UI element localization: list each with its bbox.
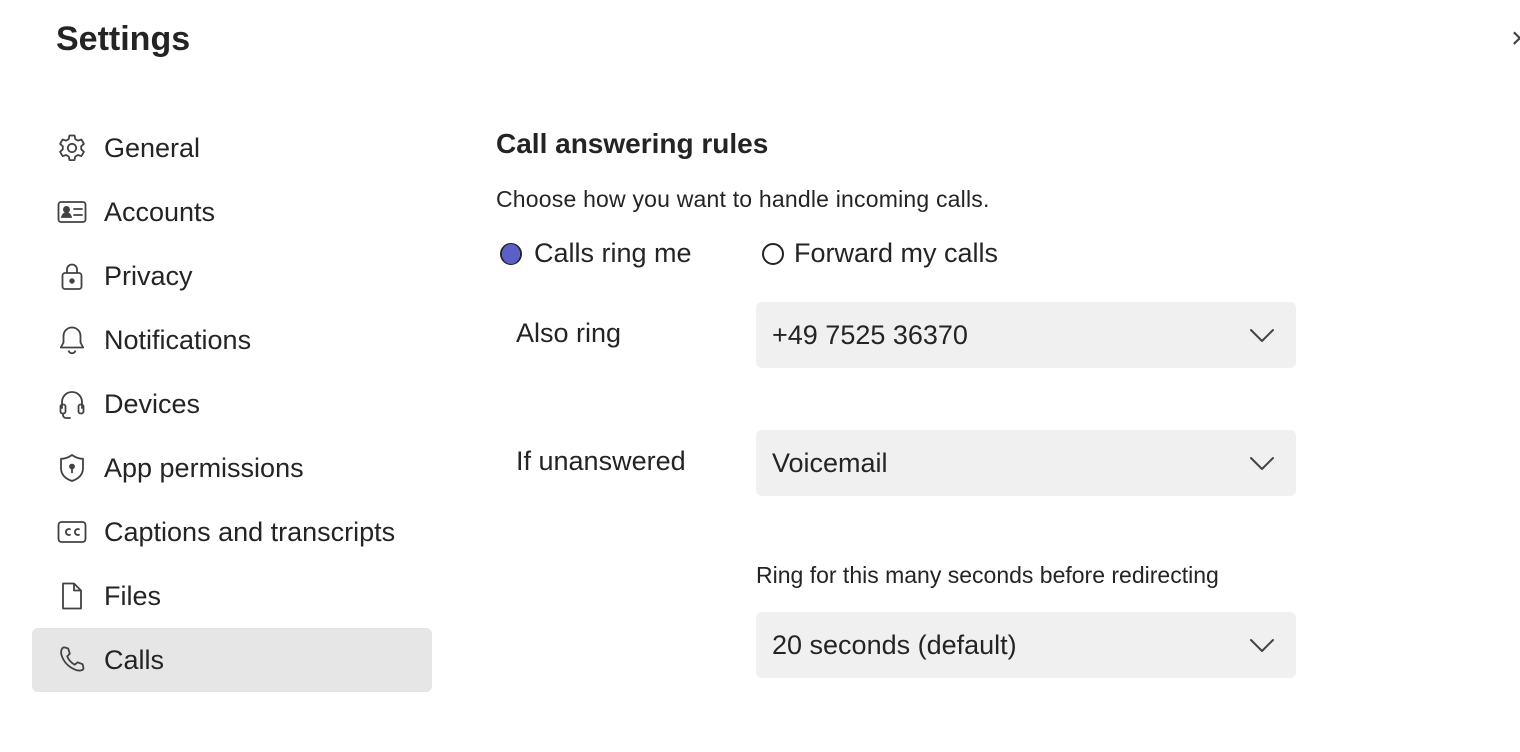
radio-calls-ring-me[interactable]: Calls ring me: [500, 238, 692, 269]
settings-sidebar: General Accounts Privacy Notifications D…: [32, 116, 432, 692]
section-description: Choose how you want to handle incoming c…: [496, 186, 990, 212]
sidebar-item-notifications[interactable]: Notifications: [32, 308, 432, 372]
also-ring-label: Also ring: [516, 318, 622, 348]
sidebar-item-general[interactable]: General: [32, 116, 432, 180]
id-card-icon: [56, 196, 88, 228]
dropdown-value: +49 7525 36370: [772, 319, 968, 350]
section-title: Call answering rules: [496, 128, 769, 159]
sidebar-item-devices[interactable]: Devices: [32, 372, 432, 436]
gear-icon: [56, 132, 88, 164]
if-unanswered-label: If unanswered: [516, 446, 686, 476]
page-title: Settings: [56, 20, 191, 58]
sidebar-item-label: App permissions: [104, 452, 304, 483]
sidebar-item-label: General: [104, 132, 201, 163]
closed-captions-icon: [56, 516, 88, 548]
if-unanswered-dropdown[interactable]: Voicemail: [756, 430, 1296, 496]
sidebar-item-privacy[interactable]: Privacy: [32, 244, 432, 308]
sidebar-item-captions-and-transcripts[interactable]: Captions and transcripts: [32, 500, 432, 564]
dropdown-value: Voicemail: [772, 447, 888, 478]
sidebar-item-label: Accounts: [104, 196, 216, 227]
dropdown-value: 20 seconds (default): [772, 629, 1017, 660]
chevron-down-icon: [1250, 329, 1274, 342]
sidebar-item-app-permissions[interactable]: App permissions: [32, 436, 432, 500]
radio-forward-my-calls[interactable]: Forward my calls: [762, 238, 998, 269]
sidebar-item-files[interactable]: Files: [32, 564, 432, 628]
radio-label: Forward my calls: [794, 238, 999, 268]
sidebar-item-label: Devices: [104, 388, 201, 419]
phone-icon: [56, 644, 88, 676]
sidebar-item-label: Notifications: [104, 324, 252, 355]
ring-duration-hint: Ring for this many seconds before redire…: [756, 562, 1219, 588]
document-icon: [56, 580, 88, 612]
sidebar-item-label: Files: [104, 580, 162, 611]
lock-icon: [56, 260, 88, 292]
close-icon[interactable]: ×: [1511, 24, 1520, 54]
sidebar-item-label: Captions and transcripts: [104, 516, 396, 547]
ring-duration-dropdown[interactable]: 20 seconds (default): [756, 612, 1296, 678]
sidebar-item-label: Privacy: [104, 260, 193, 291]
sidebar-item-label: Calls: [104, 644, 165, 675]
headset-icon: [56, 388, 88, 420]
sidebar-item-accounts[interactable]: Accounts: [32, 180, 432, 244]
radio-unchecked-icon[interactable]: [762, 242, 784, 265]
bell-icon: [56, 324, 88, 356]
chevron-down-icon: [1250, 639, 1274, 652]
shield-icon: [56, 452, 88, 484]
chevron-down-icon: [1250, 457, 1274, 470]
radio-checked-icon[interactable]: [500, 242, 522, 265]
also-ring-dropdown[interactable]: +49 7525 36370: [756, 302, 1296, 368]
radio-label: Calls ring me: [534, 238, 692, 268]
sidebar-item-calls[interactable]: Calls: [32, 628, 432, 692]
